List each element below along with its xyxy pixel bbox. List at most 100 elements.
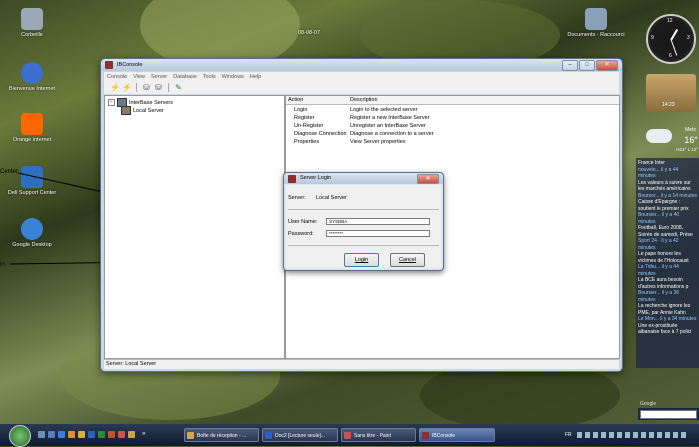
chevron-icon[interactable]: » (142, 431, 149, 438)
news-item[interactable]: Les valeurs à suivre sur les marchés amé… (638, 180, 697, 200)
close-button[interactable]: ✕ (596, 60, 618, 71)
column-header-description[interactable]: Description (350, 97, 378, 103)
desktop-icon-google-desktop[interactable]: Google Desktop (2, 218, 62, 248)
toolbar-separator (168, 83, 169, 92)
taskbar: » Boîte de réception - ... Doc2 [Lecture… (0, 424, 699, 447)
password-label: Password: (288, 231, 314, 237)
callout-label-login: in (0, 262, 5, 268)
paint-doc-icon (344, 432, 351, 439)
action-description-text: Login to the selected server (350, 107, 418, 113)
google-desktop-icon (21, 218, 43, 240)
menu-tools[interactable]: Tools (203, 74, 216, 80)
desktop-icon-label: Dell Support Center (7, 190, 57, 196)
news-headline: Une ex-prostituée albanaise face à 7 pol… (638, 322, 692, 336)
column-header-action[interactable]: Action (288, 97, 303, 103)
news-headline: Football, Euro 2008, Soirée de samedi, P… (638, 225, 693, 238)
menu-server[interactable]: Server (151, 74, 167, 80)
weather-range: H21° L 12° (676, 147, 698, 152)
google-search-input[interactable] (640, 410, 697, 419)
connect-icon[interactable]: ⚡ (110, 83, 120, 92)
menu-view[interactable]: View (133, 74, 145, 80)
language-indicator[interactable]: FR (565, 432, 572, 438)
internet-icon (21, 62, 43, 84)
action-description-text: Unregister an InterBase Server (350, 123, 426, 129)
password-field[interactable] (326, 230, 430, 237)
maximize-button[interactable]: □ (579, 60, 595, 71)
menu-database[interactable]: Database (173, 74, 197, 80)
dialog-close-button[interactable]: ✕ (417, 174, 439, 184)
clock-gadget[interactable]: 12 3 6 9 (646, 14, 696, 64)
menu-console[interactable]: Console (107, 74, 127, 80)
weather-gadget[interactable]: Metz 16° H21° L 12° (646, 123, 698, 153)
recycle-bin-icon (21, 8, 43, 30)
action-row[interactable]: Diagnose Connection (294, 131, 347, 137)
toolbar: ⚡ ⚡ ⛁ ⛁ ✎ (104, 81, 619, 94)
excel-icon[interactable] (98, 431, 105, 438)
sql-tool-icon[interactable]: ✎ (174, 83, 183, 92)
login-button[interactable]: Login (344, 253, 379, 267)
disconnect-icon[interactable]: ⚡ (122, 83, 132, 92)
news-item[interactable]: La recherche ignore les PME, par Annie K… (638, 303, 697, 323)
callout-label-center: Center (0, 169, 19, 175)
action-description: Login to the selected server (350, 107, 418, 113)
news-source: Sport 24 · il y a 42 minutes (638, 238, 679, 251)
desktop-icon-recycle-bin[interactable]: Corbeille (2, 8, 62, 38)
system-tray: FR (565, 428, 699, 442)
media-player-icon[interactable] (68, 431, 75, 438)
task-button-inbox[interactable]: Boîte de réception - ... (184, 428, 259, 442)
date-label: 08-08-07 (298, 30, 321, 36)
show-desktop-icon[interactable] (38, 431, 45, 438)
menu-windows[interactable]: Windows (222, 74, 244, 80)
news-item[interactable]: France Inter nouvelo... il y a 44 minutes (638, 160, 697, 180)
news-item[interactable]: Le pape honore les victimes de l'Holocau… (638, 251, 697, 277)
toolbar-separator (136, 83, 137, 92)
task-button-ibconsole[interactable]: IBConsole (419, 428, 495, 442)
switch-windows-icon[interactable] (48, 431, 55, 438)
status-bar: Server: Local Server (104, 359, 619, 369)
slideshow-gadget[interactable]: 14:23 (646, 74, 696, 112)
collapse-icon[interactable]: − (108, 99, 115, 106)
orange-icon (21, 113, 43, 135)
news-feed-gadget[interactable]: France Inter nouvelo... il y a 44 minutes… (636, 158, 699, 368)
news-item[interactable]: Une ex-prostituée albanaise face à 7 pol… (638, 323, 697, 336)
task-button-doc2[interactable]: Doc2 [Lecture seule]... (262, 428, 338, 442)
paint-icon[interactable] (118, 431, 125, 438)
tree-node-local-server[interactable]: Local Server (121, 106, 164, 115)
action-row[interactable]: Un-Register (294, 123, 323, 129)
outlook-icon[interactable] (78, 431, 85, 438)
clock-number: 3 (687, 35, 690, 41)
task-label: Boîte de réception - ... (197, 433, 247, 439)
explorer-icon[interactable] (128, 431, 135, 438)
google-brand: Google (640, 401, 657, 407)
ie-icon[interactable] (58, 431, 65, 438)
action-row[interactable]: Register (294, 115, 314, 121)
desktop-icon-documents[interactable]: Documents - Raccourci (566, 8, 626, 38)
news-item[interactable]: Caisse d'Epargne : soutient le premier p… (638, 199, 697, 225)
news-item[interactable]: La BCE aura besoin d'autres informations… (638, 277, 697, 303)
action-row[interactable]: Login (294, 107, 307, 113)
clock-number: 12 (667, 18, 673, 24)
cancel-button[interactable]: Cancel (390, 253, 425, 267)
dell-support-icon (21, 166, 43, 188)
action-row[interactable]: Properties (294, 139, 319, 145)
word-icon[interactable] (88, 431, 95, 438)
action-description: Unregister an InterBase Server (350, 123, 426, 129)
database-remove-icon[interactable]: ⛁ (154, 83, 163, 92)
task-button-paint[interactable]: Sans titre - Paint (341, 428, 416, 442)
tray-icons[interactable] (577, 432, 687, 438)
powerpoint-icon[interactable] (108, 431, 115, 438)
database-icon[interactable]: ⛁ (142, 83, 151, 92)
menu-help[interactable]: Help (250, 74, 261, 80)
dialog-titlebar[interactable]: Server Login ✕ (284, 173, 443, 184)
desktop-icon-label: Google Desktop (12, 242, 52, 248)
desktop-icon-orange[interactable]: Orange internet (2, 113, 62, 143)
action-name: Diagnose Connection (294, 131, 347, 137)
server-login-dialog[interactable]: Server Login ✕ Server: Local Server User… (283, 172, 444, 271)
desktop-icon-bienvenue[interactable]: Bienvenue Internet (2, 62, 62, 92)
username-field[interactable] (326, 218, 430, 225)
news-item[interactable]: Football, Euro 2008, Soirée de samedi, P… (638, 225, 697, 251)
minimize-button[interactable]: – (562, 60, 578, 71)
start-button[interactable] (9, 425, 31, 447)
window-titlebar[interactable]: IBConsole – □ ✕ (101, 59, 622, 71)
divider (288, 209, 439, 210)
